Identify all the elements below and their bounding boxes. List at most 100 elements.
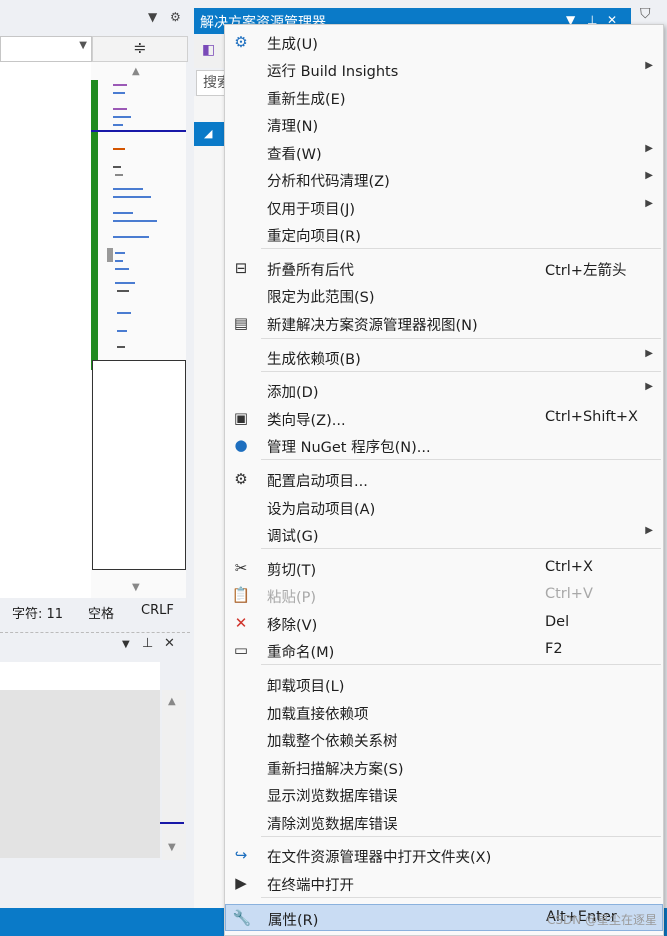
nuget-icon: ● bbox=[234, 436, 248, 454]
indent-mode[interactable]: 空格 bbox=[88, 603, 114, 622]
menu-item-label: 调试(G) bbox=[267, 529, 319, 545]
menu-separator bbox=[261, 371, 661, 372]
menu-item-label: 在文件资源管理器中打开文件夹(X) bbox=[267, 850, 492, 866]
menu-item[interactable]: 添加(D) ▶ bbox=[225, 377, 663, 404]
scroll-down-icon[interactable]: ▼ bbox=[168, 842, 176, 853]
menu-item[interactable]: 调试(G) ▶ bbox=[225, 521, 663, 548]
menu-item[interactable]: ▤ 新建解决方案资源管理器视图(N) bbox=[225, 310, 663, 337]
dropdown-arrow-icon[interactable]: ▼ bbox=[148, 10, 157, 24]
menu-item[interactable]: 清除浏览数据库错误 bbox=[225, 809, 663, 836]
selected-project-row[interactable]: ◢ bbox=[194, 122, 224, 146]
menu-item[interactable]: ▶ 在终端中打开 bbox=[225, 870, 663, 897]
notification-icon[interactable]: ⛉ bbox=[640, 6, 651, 22]
menu-separator bbox=[261, 897, 661, 898]
menu-item[interactable]: ⊟ 折叠所有后代 Ctrl+左箭头 bbox=[225, 255, 663, 282]
gear-icon: ⚙ bbox=[234, 470, 248, 488]
menu-item[interactable]: 设为启动项目(A) bbox=[225, 494, 663, 521]
menu-item-label: 管理 NuGet 程序包(N)... bbox=[267, 440, 431, 456]
menu-item-label: 移除(V) bbox=[267, 618, 318, 634]
output-scrollbar[interactable]: ▲ ▼ bbox=[162, 690, 186, 860]
solution-explorer-toolbar: ◧ bbox=[194, 36, 224, 68]
menu-item[interactable]: ✕ 移除(V) Del bbox=[225, 610, 663, 637]
line-ending[interactable]: CRLF bbox=[141, 603, 174, 618]
menu-item[interactable]: ● 管理 NuGet 程序包(N)... bbox=[225, 432, 663, 459]
editor-top-area: ▼ ⚙ bbox=[0, 0, 190, 34]
menu-item[interactable]: ▭ 重命名(M) F2 bbox=[225, 637, 663, 664]
split-editor-button[interactable]: ≑ bbox=[92, 36, 188, 62]
menu-item-label: 加载整个依赖关系树 bbox=[267, 734, 398, 750]
menu-item[interactable]: 加载直接依赖项 bbox=[225, 699, 663, 726]
submenu-arrow-icon: ▶ bbox=[645, 381, 653, 392]
menu-item-label: 类向导(Z)... bbox=[267, 413, 346, 429]
submenu-arrow-icon: ▶ bbox=[645, 60, 653, 71]
menu-item[interactable]: ▣ 类向导(Z)... Ctrl+Shift+X bbox=[225, 405, 663, 432]
menu-item-label: 折叠所有后代 bbox=[267, 263, 354, 279]
menu-item[interactable]: 重新扫描解决方案(S) bbox=[225, 754, 663, 781]
open-folder-icon: ↪ bbox=[234, 846, 248, 864]
dropdown-arrow-icon[interactable]: ▼ bbox=[122, 639, 130, 650]
menu-item-label: 设为启动项目(A) bbox=[267, 502, 376, 518]
pin-icon[interactable]: ⊥ bbox=[142, 636, 153, 651]
scroll-up-icon[interactable]: ▲ bbox=[168, 696, 176, 707]
wrench-icon: 🔧 bbox=[232, 909, 252, 927]
code-editor[interactable] bbox=[0, 62, 91, 598]
menu-item-label: 分析和代码清理(Z) bbox=[267, 174, 390, 190]
menu-item-label: 清理(N) bbox=[267, 119, 319, 135]
gear-icon[interactable]: ⚙ bbox=[170, 10, 181, 24]
submenu-arrow-icon: ▶ bbox=[645, 143, 653, 154]
menu-item[interactable]: 分析和代码清理(Z) ▶ bbox=[225, 166, 663, 193]
menu-item-label: 清除浏览数据库错误 bbox=[267, 817, 398, 833]
submenu-arrow-icon: ▶ bbox=[645, 348, 653, 359]
scroll-up-icon[interactable]: ▲ bbox=[132, 66, 140, 77]
menu-item-label: 剪切(T) bbox=[267, 563, 317, 579]
char-position: 字符: 11 bbox=[12, 607, 64, 622]
menu-item[interactable]: ↪ 在文件资源管理器中打开文件夹(X) bbox=[225, 842, 663, 869]
menu-item[interactable]: 📋 粘贴(P) Ctrl+V bbox=[225, 582, 663, 609]
menu-item[interactable]: ⚙ 配置启动项目... bbox=[225, 466, 663, 493]
build-icon: ⚙ bbox=[234, 33, 248, 51]
menu-item-label: 新建解决方案资源管理器视图(N) bbox=[267, 318, 478, 334]
scissors-icon: ✂ bbox=[234, 559, 248, 577]
chevron-down-icon: ▼ bbox=[79, 40, 87, 51]
member-dropdown[interactable]: ▼ bbox=[0, 36, 92, 62]
menu-item[interactable]: 生成依赖项(B) ▶ bbox=[225, 344, 663, 371]
menu-item[interactable]: 查看(W) ▶ bbox=[225, 139, 663, 166]
menu-item[interactable]: 卸载项目(L) bbox=[225, 671, 663, 698]
menu-separator bbox=[261, 548, 661, 549]
menu-item-label: 卸载项目(L) bbox=[267, 679, 345, 695]
submenu-arrow-icon: ▶ bbox=[645, 525, 653, 536]
menu-item-label: 属性(R) bbox=[268, 913, 319, 929]
expand-icon[interactable]: ◢ bbox=[204, 127, 212, 140]
close-icon[interactable]: ✕ bbox=[164, 636, 175, 651]
menu-separator bbox=[261, 836, 661, 837]
menu-item[interactable]: 重定向项目(R) bbox=[225, 221, 663, 248]
menu-item-label: 重新生成(E) bbox=[267, 92, 346, 108]
terminal-icon: ▶ bbox=[235, 874, 247, 892]
solution-explorer-tree bbox=[194, 96, 224, 908]
editor-status-row: 字符: 11 空格 CRLF bbox=[0, 600, 190, 624]
minimap-viewport[interactable] bbox=[92, 360, 186, 570]
menu-item[interactable]: 运行 Build Insights ▶ bbox=[225, 56, 663, 83]
menu-item[interactable]: 加载整个依赖关系树 bbox=[225, 726, 663, 753]
menu-item-label: 重定向项目(R) bbox=[267, 229, 361, 245]
menu-item[interactable]: ✂ 剪切(T) Ctrl+X bbox=[225, 555, 663, 582]
vs-home-icon[interactable]: ◧ bbox=[202, 42, 215, 58]
menu-separator bbox=[261, 459, 661, 460]
menu-item[interactable]: 限定为此范围(S) bbox=[225, 282, 663, 309]
menu-item[interactable]: 重新生成(E) bbox=[225, 84, 663, 111]
menu-item-label: 添加(D) bbox=[267, 385, 319, 401]
context-menu: ⚙ 生成(U) 运行 Build Insights ▶ 重新生成(E) 清理(N) 查看(W… bbox=[224, 24, 664, 936]
menu-item-label: 仅用于项目(J) bbox=[267, 202, 356, 218]
menu-item-label: 限定为此范围(S) bbox=[267, 290, 375, 306]
menu-item-label: 加载直接依赖项 bbox=[267, 707, 369, 723]
menu-item-label: 运行 Build Insights bbox=[267, 64, 399, 80]
menu-item[interactable]: 仅用于项目(J) ▶ bbox=[225, 194, 663, 221]
menu-item[interactable]: 显示浏览数据库错误 bbox=[225, 781, 663, 808]
menu-item[interactable]: 清理(N) bbox=[225, 111, 663, 138]
scroll-down-icon[interactable]: ▼ bbox=[132, 582, 140, 593]
menu-item[interactable]: ⚙ 生成(U) bbox=[225, 29, 663, 56]
menu-item-label: 生成(U) bbox=[267, 37, 318, 53]
menu-item-shortcut: Ctrl+V bbox=[545, 586, 593, 602]
scroll-marker bbox=[160, 822, 184, 824]
class-wizard-icon: ▣ bbox=[233, 409, 249, 427]
